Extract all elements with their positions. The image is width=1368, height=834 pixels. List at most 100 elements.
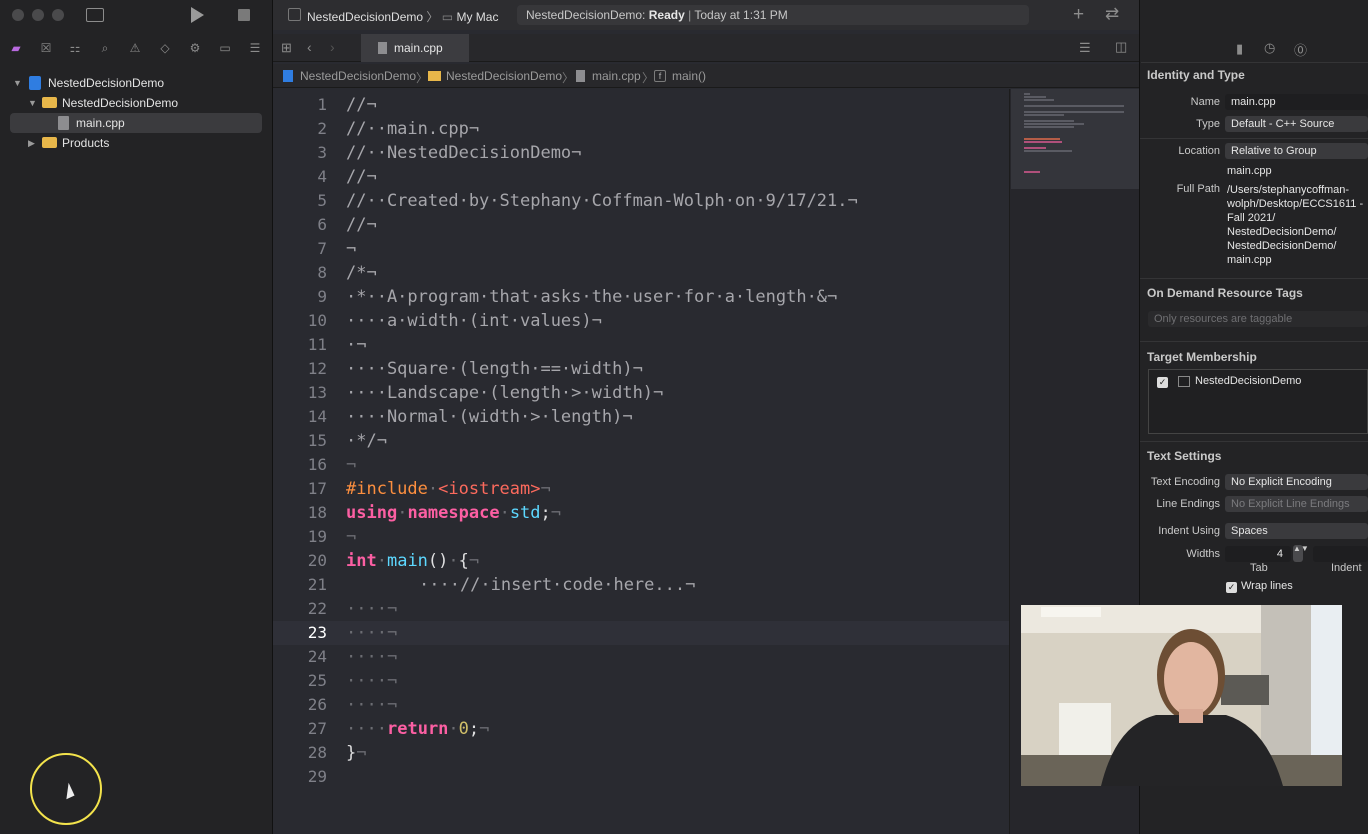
history-icon[interactable]: ◷ xyxy=(1264,40,1275,56)
jumpbar-function[interactable]: main() xyxy=(672,69,706,83)
line-number: 5 xyxy=(317,191,327,210)
code-line[interactable]: 4//¬ xyxy=(273,165,1009,189)
checkbox-checked-icon[interactable]: ✓ xyxy=(1157,377,1168,388)
resource-tags-field[interactable]: Only resources are taggable xyxy=(1148,311,1368,327)
section-title-target: Target Membership xyxy=(1147,350,1257,364)
location-select[interactable]: Relative to Group xyxy=(1225,143,1368,159)
fullpath-line: Fall 2021/ xyxy=(1227,212,1276,224)
tree-item-products[interactable]: ▶ Products xyxy=(0,133,273,153)
cpp-file-icon xyxy=(576,70,585,82)
code-line[interactable]: 28}¬ xyxy=(273,741,1009,765)
encoding-label: Text Encoding xyxy=(1150,476,1220,488)
folder-navigator-icon[interactable]: ▰ xyxy=(7,38,25,58)
type-label: Type xyxy=(1196,118,1220,130)
status-app: NestedDecisionDemo: xyxy=(526,8,646,22)
encoding-select[interactable]: No Explicit Encoding xyxy=(1225,474,1368,490)
debug-navigator-icon[interactable]: ⚙ xyxy=(186,38,204,58)
tree-item-label: NestedDecisionDemo xyxy=(48,76,165,90)
tab-width-stepper[interactable]: ▲▼ xyxy=(1293,545,1309,562)
code-line[interactable]: 20 int·main()·{¬ xyxy=(273,549,1009,573)
indent-width-field[interactable] xyxy=(1313,546,1368,562)
fullpath-line: /Users/stephanycoffman- xyxy=(1227,184,1350,196)
code-line[interactable]: 27 ····return·0;¬ xyxy=(273,717,1009,741)
line-number: 20 xyxy=(307,551,327,570)
type-select[interactable]: Default - C++ Source xyxy=(1225,116,1368,132)
chevron-right-icon[interactable]: ▶ xyxy=(28,133,35,153)
code-line[interactable]: 9 ·*··A·program·that·asks·the·user·for·a·… xyxy=(273,285,1009,309)
code-line[interactable]: 25 ····¬ xyxy=(273,669,1009,693)
back-arrow-icon[interactable]: ‹ xyxy=(307,39,312,55)
run-button[interactable] xyxy=(191,7,204,23)
line-number: 19 xyxy=(307,527,327,546)
chevron-down-icon[interactable]: ▼ xyxy=(13,73,22,93)
code-line[interactable]: 12 ····Square·(length·==·width)¬ xyxy=(273,357,1009,381)
search-icon[interactable]: ⌕ xyxy=(96,38,114,58)
code-line[interactable]: 18 using·namespace·std;¬ xyxy=(273,501,1009,525)
report-navigator-icon[interactable]: ☰ xyxy=(246,38,264,58)
code-line[interactable]: 2//··main.cpp¬ xyxy=(273,117,1009,141)
breakpoint-icon[interactable]: ▭ xyxy=(216,38,234,58)
code-line[interactable]: 19 ¬ xyxy=(273,525,1009,549)
code-line[interactable]: 15 ·*/¬ xyxy=(273,429,1009,453)
code-line[interactable]: 1//¬ xyxy=(273,93,1009,117)
code-line[interactable]: 22 ····¬ xyxy=(273,597,1009,621)
file-inspector-icon[interactable]: ▮ xyxy=(1236,41,1243,57)
code-line[interactable]: 14 ····Normal·(width·>·length)¬ xyxy=(273,405,1009,429)
code-line[interactable]: 16 ¬ xyxy=(273,453,1009,477)
tree-item-project[interactable]: ▼ NestedDecisionDemo xyxy=(0,73,273,93)
scheme-selector[interactable]: NestedDecisionDemo 〉 ▭ My Mac xyxy=(307,8,498,25)
code-line[interactable]: 10 ····a·width·(int·values)¬ xyxy=(273,309,1009,333)
jumpbar-project[interactable]: NestedDecisionDemo xyxy=(300,69,416,83)
folder-icon xyxy=(42,137,57,148)
wrap-lines-checkbox[interactable]: ✓ xyxy=(1226,582,1237,593)
destination-label[interactable]: My Mac xyxy=(456,10,498,24)
issue-warning-icon[interactable]: ⚠ xyxy=(126,38,144,58)
code-line[interactable]: 6//¬ xyxy=(273,213,1009,237)
grid-icon[interactable]: ⊞ xyxy=(281,40,292,56)
symbol-navigator-icon[interactable]: ⚏ xyxy=(66,38,84,58)
tree-item-group[interactable]: ▼ NestedDecisionDemo xyxy=(0,93,273,113)
code-line[interactable]: 5//··Created·by·Stephany·Coffman-Wolph·o… xyxy=(273,189,1009,213)
app-target-icon xyxy=(1178,376,1190,387)
code-line[interactable]: 29 xyxy=(273,765,1009,789)
webcam-photo xyxy=(1021,605,1342,786)
tab-width-field[interactable]: 4 xyxy=(1225,546,1291,562)
tab-main-cpp[interactable]: main.cpp xyxy=(361,34,469,62)
code-line[interactable]: 13 ····Landscape·(length·>·width)¬ xyxy=(273,381,1009,405)
jumpbar-file[interactable]: main.cpp xyxy=(592,69,641,83)
chevron-down-icon[interactable]: ▼ xyxy=(28,93,37,113)
stop-button[interactable] xyxy=(238,9,250,21)
code-line[interactable]: 24 ····¬ xyxy=(273,645,1009,669)
name-field[interactable]: main.cpp xyxy=(1225,94,1368,110)
line-number: 13 xyxy=(307,383,327,402)
code-line[interactable]: 3//··NestedDecisionDemo¬ xyxy=(273,141,1009,165)
help-icon[interactable]: ⓪ xyxy=(1294,40,1307,59)
code-line-current[interactable]: 23 ····¬ xyxy=(273,621,1009,645)
source-control-icon[interactable]: ☒ xyxy=(37,38,55,58)
code-line[interactable]: 8/*¬ xyxy=(273,261,1009,285)
forward-arrow-icon[interactable]: › xyxy=(330,39,335,55)
line-number: 6 xyxy=(317,215,327,234)
zoom-window-button[interactable] xyxy=(52,9,64,21)
test-navigator-icon[interactable]: ◇ xyxy=(156,38,174,58)
close-window-button[interactable] xyxy=(12,9,24,21)
code-line[interactable]: 7 ¬ xyxy=(273,237,1009,261)
sidebar-toggle-icon[interactable] xyxy=(86,8,104,22)
section-title-ondemand: On Demand Resource Tags xyxy=(1147,286,1303,300)
app-scheme-icon xyxy=(288,8,301,21)
code-line[interactable]: 11 ·¬ xyxy=(273,333,1009,357)
indent-select[interactable]: Spaces xyxy=(1225,523,1368,539)
code-line[interactable]: 21 ····//·insert·code·here...¬ xyxy=(273,573,1009,597)
split-editor-icon[interactable]: ◫ xyxy=(1115,39,1127,55)
tree-item-label: Products xyxy=(62,136,110,150)
tab-width-caption: Tab xyxy=(1250,562,1268,574)
code-review-icon[interactable]: ⇄ xyxy=(1105,4,1119,24)
code-line[interactable]: 17 #include·<iostream>¬ xyxy=(273,477,1009,501)
editor-options-icon[interactable]: ☰ xyxy=(1079,40,1091,56)
line-endings-select[interactable]: No Explicit Line Endings xyxy=(1225,496,1368,512)
jumpbar-group[interactable]: NestedDecisionDemo xyxy=(446,69,562,83)
tree-item-file-selected[interactable]: main.cpp xyxy=(10,113,262,133)
minimize-window-button[interactable] xyxy=(32,9,44,21)
add-library-icon[interactable]: + xyxy=(1073,4,1084,26)
code-line[interactable]: 26 ····¬ xyxy=(273,693,1009,717)
